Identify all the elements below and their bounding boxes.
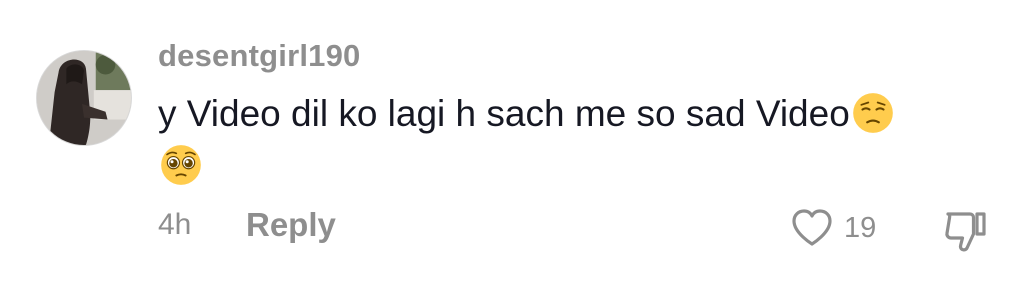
username[interactable]: desentgirl190	[158, 38, 360, 74]
comment-text: y Video dil ko lagi h sach me so sad Vid…	[158, 88, 978, 192]
like-button[interactable]: 19	[788, 204, 876, 252]
pleading-face-emoji	[160, 144, 202, 186]
reply-button[interactable]: Reply	[246, 206, 336, 244]
comment-timestamp: 4h	[158, 208, 192, 241]
comment-body: y Video dil ko lagi h sach me so sad Vid…	[158, 93, 850, 134]
dislike-button[interactable]	[940, 204, 992, 256]
heart-outline-icon[interactable]	[788, 204, 836, 252]
thumbs-down-outline-icon[interactable]	[940, 212, 992, 260]
like-count: 19	[844, 211, 877, 244]
comment-item: desentgirl190 y Video dil ko lagi h sach…	[0, 0, 1024, 283]
avatar[interactable]	[36, 50, 132, 146]
pensive-face-emoji	[852, 92, 894, 134]
